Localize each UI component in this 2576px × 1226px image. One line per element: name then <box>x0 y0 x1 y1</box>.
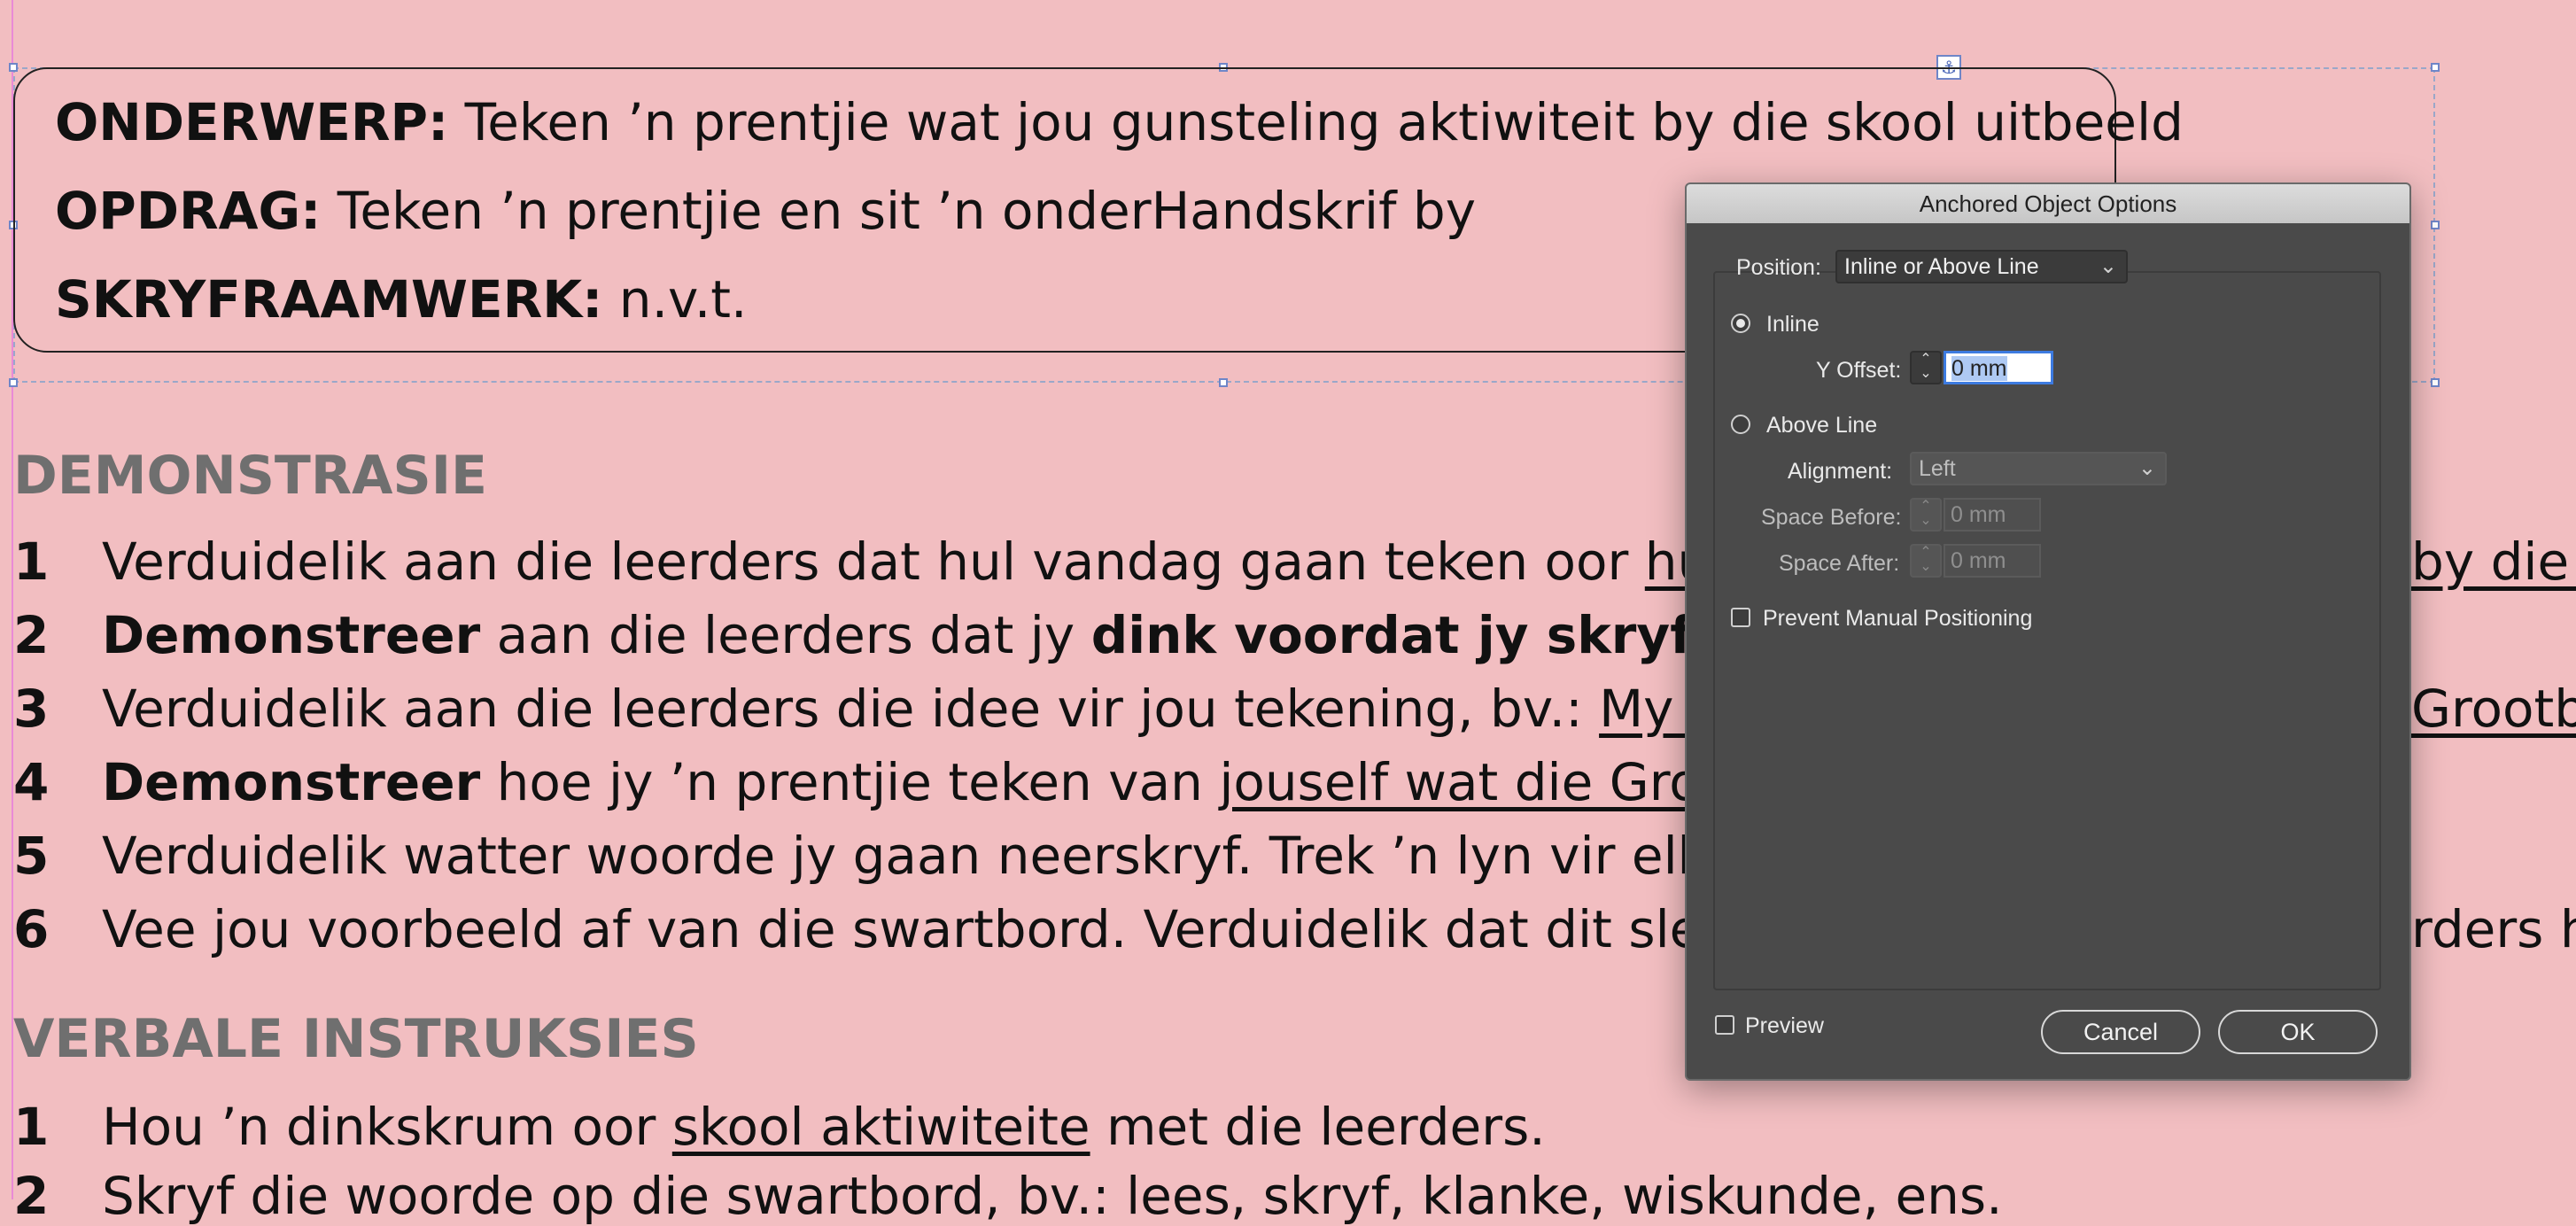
list-item: Skryf die woorde op die swartbord, bv.: … <box>102 1166 2003 1226</box>
task-text: Teken ’n prentjie en sit ’n onderHandskr… <box>321 181 1477 241</box>
inline-radio[interactable] <box>1731 314 1750 333</box>
above-line-radio[interactable] <box>1731 415 1750 434</box>
frame-handle-bottom-middle[interactable] <box>1219 378 1228 387</box>
framework-line: SKRYFRAAMWERK: n.v.t. <box>55 269 747 330</box>
topic-text: Teken ’n prentjie wat jou gunsteling akt… <box>448 92 2184 152</box>
list-item: Demonstreer aan die leerders dat jy dink… <box>102 605 1709 665</box>
list-number: 1 <box>13 532 50 592</box>
space-before-input[interactable]: 0 mm <box>1944 498 2041 532</box>
list-item-tail: rders h <box>2411 899 2576 959</box>
chevron-down-icon: ⌄ <box>2138 456 2156 480</box>
space-after-stepper[interactable]: ⌃ ⌄ <box>1910 544 1942 578</box>
inline-label: Inline <box>1766 312 1819 337</box>
alignment-select[interactable]: Left ⌄ <box>1910 452 2167 485</box>
above-line-label: Above Line <box>1766 413 1878 438</box>
list-number: 2 <box>13 605 50 665</box>
y-offset-input[interactable]: 0 mm <box>1944 351 2053 384</box>
topic-line: ONDERWERP: Teken ’n prentjie wat jou gun… <box>55 92 2184 152</box>
space-after-input[interactable]: 0 mm <box>1944 544 2041 578</box>
list-item: Verduidelik aan die leerders die idee vi… <box>102 679 1756 739</box>
task-line: OPDRAG: Teken ’n prentjie en sit ’n onde… <box>55 181 1476 241</box>
topic-label: ONDERWERP: <box>55 92 449 152</box>
list-item-tail: Grootbo <box>2411 679 2576 739</box>
preview-label: Preview <box>1745 1013 1824 1038</box>
task-label: OPDRAG: <box>55 181 322 241</box>
list-number: 2 <box>13 1166 50 1226</box>
position-value: Inline or Above Line <box>1844 254 2039 279</box>
anchored-object-options-dialog: Anchored Object Options Position: Inline… <box>1685 182 2411 1081</box>
list-item: Demonstreer hoe jy ’n prentjie teken van… <box>102 752 1785 812</box>
frame-handle-bottom-right[interactable] <box>2431 378 2440 387</box>
framework-label: SKRYFRAAMWERK: <box>55 269 603 330</box>
frame-handle-middle-right[interactable] <box>2431 221 2440 229</box>
framework-text: n.v.t. <box>602 269 748 330</box>
list-item-tail: by die s <box>2411 532 2576 592</box>
section-heading-demonstrasie: DEMONSTRASIE <box>13 445 488 507</box>
list-number: 4 <box>13 752 50 812</box>
frame-handle-bottom-left[interactable] <box>9 378 18 387</box>
list-item: Verduidelik aan die leerders dat hul van… <box>102 532 1724 592</box>
space-before-label: Space Before: <box>1761 505 1902 530</box>
alignment-label: Alignment: <box>1788 459 1893 484</box>
alignment-value: Left <box>1919 456 1956 481</box>
y-offset-stepper[interactable]: ⌃ ⌄ <box>1910 351 1942 384</box>
position-label: Position: <box>1736 255 1821 280</box>
chevron-down-icon: ⌄ <box>2099 254 2117 278</box>
preview-checkbox[interactable] <box>1715 1015 1734 1035</box>
list-item: Hou ’n dinkskrum oor skool aktiwiteite m… <box>102 1097 1546 1157</box>
space-before-stepper[interactable]: ⌃ ⌄ <box>1910 498 1942 532</box>
list-number: 3 <box>13 679 50 739</box>
list-item: Vee jou voorbeeld af van die swartbord. … <box>102 899 1734 959</box>
frame-handle-top-left[interactable] <box>9 63 18 72</box>
space-after-label: Space After: <box>1779 551 1900 576</box>
frame-handle-top-right[interactable] <box>2431 63 2440 72</box>
prevent-manual-positioning-checkbox[interactable] <box>1731 608 1750 627</box>
dialog-title[interactable]: Anchored Object Options <box>1687 184 2409 223</box>
cancel-button[interactable]: Cancel <box>2041 1010 2200 1054</box>
list-number: 6 <box>13 899 50 959</box>
list-item: Verduidelik watter woorde jy gaan neersk… <box>102 826 1737 886</box>
section-heading-verbale-instruksies: VERBALE INSTRUKSIES <box>13 1008 699 1070</box>
list-number: 1 <box>13 1097 50 1157</box>
list-number: 5 <box>13 826 50 886</box>
position-select[interactable]: Inline or Above Line ⌄ <box>1835 250 2128 283</box>
prevent-manual-positioning-label: Prevent Manual Positioning <box>1763 606 2033 631</box>
ok-button[interactable]: OK <box>2218 1010 2378 1054</box>
y-offset-label: Y Offset: <box>1816 358 1902 383</box>
